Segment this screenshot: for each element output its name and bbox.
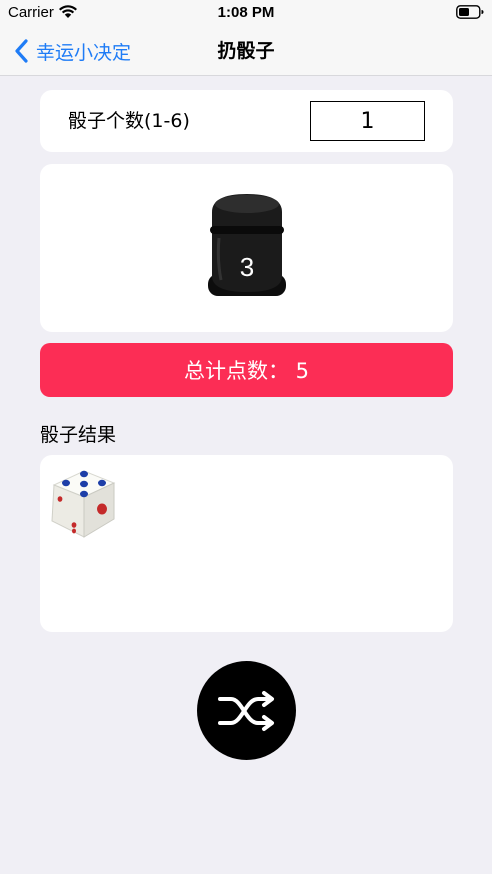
dice-count-input[interactable]	[310, 101, 425, 141]
dice-count-label: 骰子个数(1-6)	[68, 110, 190, 132]
results-card	[40, 455, 453, 632]
battery-icon	[456, 5, 484, 19]
shuffle-icon	[217, 690, 274, 731]
dice-count-card: 骰子个数(1-6)	[40, 90, 453, 152]
die-face-five-icon	[51, 470, 116, 538]
dice-cup-card: 3	[40, 164, 453, 332]
dice-cup-icon[interactable]: 3	[207, 190, 287, 302]
chevron-left-icon	[15, 39, 28, 63]
dice-cup-number: 3	[240, 252, 254, 282]
navigation-bar: 幸运小决定 扔骰子	[0, 26, 492, 76]
total-points-label: 总计点数： 5	[183, 359, 310, 383]
shuffle-button[interactable]	[197, 661, 296, 760]
total-points-bar[interactable]: 总计点数： 5	[40, 343, 453, 397]
results-heading: 骰子结果	[40, 424, 117, 446]
back-label: 幸运小决定	[36, 41, 132, 64]
back-button[interactable]: 幸运小决定	[12, 26, 131, 76]
status-bar: Carrier 1:08 PM	[0, 0, 492, 26]
status-time: 1:08 PM	[217, 4, 275, 21]
screen: Carrier 1:08 PM 幸运小决定 扔骰子 骰子个数(1-6) 1 3 …	[0, 0, 492, 874]
